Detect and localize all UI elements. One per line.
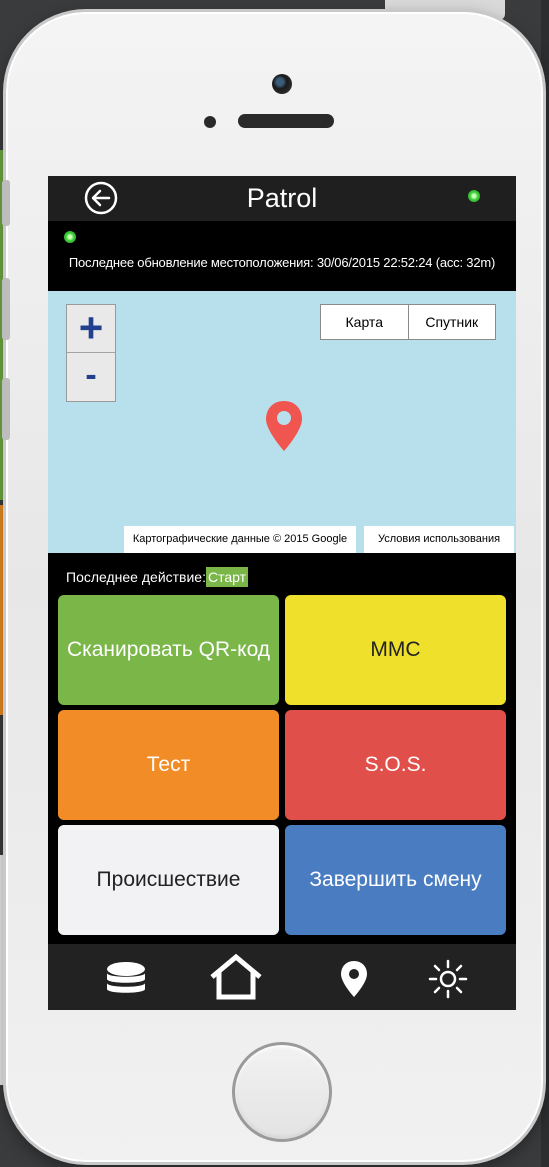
app-screen: Patrol Последнее обновление местоположен…: [48, 176, 516, 1010]
nav-database-button[interactable]: [104, 957, 148, 1001]
brightness-icon: [428, 959, 468, 999]
map-type-satellite-button[interactable]: Спутник: [407, 305, 496, 339]
connection-status-indicator: [468, 190, 480, 202]
phone-home-button[interactable]: [232, 1042, 332, 1142]
app-title: Patrol: [246, 183, 318, 213]
app-bar: Patrol: [48, 176, 516, 221]
home-icon: [210, 953, 262, 1000]
zoom-control: + -: [66, 304, 116, 402]
nav-brightness-button[interactable]: [426, 957, 470, 1001]
database-icon: [107, 962, 145, 993]
last-action-value: Старт: [205, 567, 249, 587]
location-status-panel: Последнее обновление местоположения: 30/…: [48, 221, 516, 291]
phone-volume-down-button: [2, 378, 10, 440]
gps-status-indicator: [64, 231, 76, 243]
scan-qr-button[interactable]: Сканировать QR-код: [58, 595, 279, 705]
map-view[interactable]: + - Карта Спутник Картографические данны…: [48, 291, 516, 553]
map-terms-link[interactable]: Условия использования: [364, 526, 514, 553]
map-type-map-button[interactable]: Карта: [321, 305, 408, 339]
last-action-label: Последнее действие:: [66, 569, 206, 585]
nav-location-button[interactable]: [332, 957, 376, 1001]
phone-volume-up-button: [2, 278, 10, 340]
test-button[interactable]: Тест: [58, 710, 279, 820]
map-marker-icon[interactable]: [264, 399, 304, 453]
map-attribution: Картографические данные © 2015 Google: [124, 526, 356, 553]
proximity-sensor: [204, 116, 216, 128]
map-type-selector: Карта Спутник: [320, 304, 496, 340]
front-camera: [272, 74, 292, 94]
mmc-button[interactable]: MMC: [285, 595, 506, 705]
zoom-out-button[interactable]: -: [67, 353, 115, 400]
phone-mute-switch: [2, 180, 10, 226]
last-action: Последнее действие: Старт: [66, 567, 249, 587]
earpiece-speaker: [238, 114, 334, 128]
nav-home-button[interactable]: [210, 953, 262, 1001]
zoom-in-button[interactable]: +: [67, 305, 115, 353]
location-update-text: Последнее обновление местоположения: 30/…: [68, 255, 496, 270]
location-pin-icon: [341, 961, 367, 997]
sos-button[interactable]: S.O.S.: [285, 710, 506, 820]
end-shift-button[interactable]: Завершить смену: [285, 825, 506, 935]
incident-button[interactable]: Происшествие: [58, 825, 279, 935]
bottom-nav-bar: [48, 944, 516, 1010]
